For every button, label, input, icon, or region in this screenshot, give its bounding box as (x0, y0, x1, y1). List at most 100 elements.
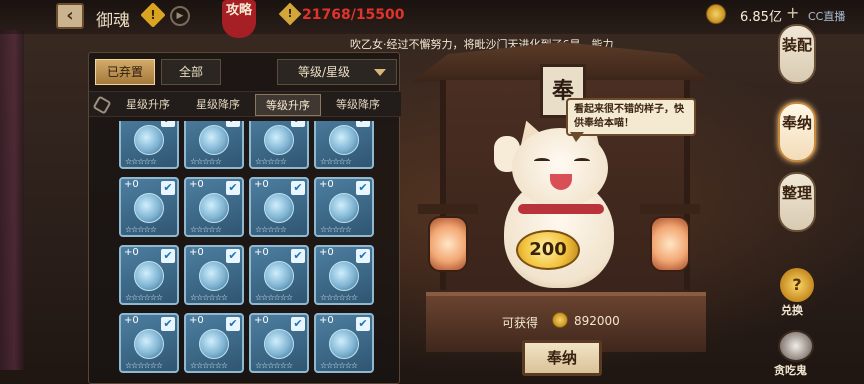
tab-star-asc[interactable]: 星级升序 (115, 94, 181, 116)
soul-stars: ☆☆☆☆☆ (320, 225, 352, 234)
checkmark-icon[interactable]: ✔ (226, 317, 240, 331)
soul-level: +0 (189, 315, 204, 326)
glutton-label[interactable]: 贪吃鬼 (774, 362, 807, 378)
lantern-cap (418, 204, 478, 214)
checkmark-icon[interactable]: ✔ (356, 121, 370, 127)
exchange-icon[interactable]: ? (780, 268, 814, 302)
soul-level: +0 (124, 179, 139, 190)
checkmark-icon[interactable]: ✔ (226, 181, 240, 195)
soul-card[interactable]: ✔ ☆☆☆☆☆ (184, 121, 244, 169)
checkmark-icon[interactable]: ✔ (356, 249, 370, 263)
sort-dropdown[interactable]: 等级/星级 (277, 59, 397, 85)
checkmark-icon[interactable]: ✔ (226, 121, 240, 127)
cat-head (512, 128, 608, 208)
lantern-cap (640, 204, 700, 214)
soul-card[interactable]: +0 ✔ ☆☆☆☆☆☆ (119, 245, 179, 305)
soul-portrait (329, 329, 359, 359)
soul-card[interactable]: ✔ ☆☆☆☆☆ (119, 121, 179, 169)
tab-equip[interactable]: 装配 (778, 24, 816, 84)
soul-stars: ☆☆☆☆☆☆ (255, 293, 293, 302)
checkmark-icon[interactable]: ✔ (226, 249, 240, 263)
soul-level: +0 (124, 247, 139, 258)
speech-bubble-tail (570, 132, 584, 142)
tab-sort[interactable]: 整理 (778, 172, 816, 232)
soul-stars: ☆☆☆☆☆ (125, 157, 157, 166)
guide-button[interactable]: 攻略 (222, 0, 256, 38)
offer-button[interactable]: 奉纳 (522, 340, 602, 376)
soul-portrait (264, 261, 294, 291)
currency-amount: 6.85亿 (740, 10, 782, 25)
soul-stars: ☆☆☆☆☆ (190, 157, 222, 166)
tab-offer[interactable]: 奉纳 (778, 102, 816, 162)
soul-stars: ☆☆☆☆☆ (190, 225, 222, 234)
soul-capacity: 21768/15500 (302, 7, 405, 23)
warning-icon[interactable]: ! (140, 2, 166, 28)
sort-dropdown-label: 等级/星级 (298, 65, 351, 79)
checkmark-icon[interactable]: ✔ (291, 249, 305, 263)
soul-card[interactable]: +0 ✔ ☆☆☆☆☆☆ (314, 245, 374, 305)
soul-grid-viewport[interactable]: ✔ ☆☆☆☆☆ ✔ ☆☆☆☆☆ ✔ ☆☆☆☆☆ ✔ ☆☆☆☆☆ +0 ✔ ☆☆☆☆☆ +0 ✔ ☆☆☆☆☆… (119, 121, 391, 384)
soul-card[interactable]: +0 ✔ ☆☆☆☆☆☆ (184, 245, 244, 305)
soul-portrait (264, 193, 294, 223)
soul-card[interactable]: +0 ✔ ☆☆☆☆☆☆ (249, 245, 309, 305)
soul-stars: ☆☆☆☆☆☆ (320, 293, 358, 302)
gold-koban: 200 (516, 230, 580, 270)
tab-level-asc[interactable]: 等级升序 (255, 94, 321, 116)
soul-portrait (329, 261, 359, 291)
exchange-label[interactable]: 兑换 (781, 302, 803, 318)
checkmark-icon[interactable]: ✔ (161, 317, 175, 331)
checkmark-icon[interactable]: ✔ (291, 317, 305, 331)
coin-icon (552, 312, 568, 328)
hexagon-icon (92, 95, 112, 115)
back-button[interactable]: ‹ (56, 3, 84, 29)
soul-level: +0 (189, 179, 204, 190)
play-icon[interactable]: ▶ (170, 6, 190, 26)
soul-card[interactable]: +0 ✔ ☆☆☆☆☆ (184, 177, 244, 237)
cat-eye (574, 158, 590, 164)
lucky-cat[interactable]: 200 (494, 116, 624, 288)
soul-portrait (199, 261, 229, 291)
soul-card[interactable]: ✔ ☆☆☆☆☆ (249, 121, 309, 169)
soul-panel: 已弃置 全部 等级/星级 星级升序 星级降序 等级升序 等级降序 ✔ ☆☆☆☆☆ ✔… (88, 52, 401, 384)
soul-card[interactable]: +0 ✔ ☆☆☆☆☆☆ (119, 313, 179, 373)
soul-card[interactable]: +0 ✔ ☆☆☆☆☆☆ (184, 313, 244, 373)
cat-collar (518, 204, 604, 214)
soul-portrait (264, 329, 294, 359)
cc-live-badge[interactable]: CC直播 (808, 8, 845, 24)
soul-portrait (329, 193, 359, 223)
filter-all-button[interactable]: 全部 (161, 59, 221, 85)
soul-level: +0 (319, 179, 334, 190)
soul-stars: ☆☆☆☆☆☆ (320, 361, 358, 370)
soul-stars: ☆☆☆☆☆ (320, 157, 352, 166)
tab-star-desc[interactable]: 星级降序 (185, 94, 251, 116)
checkmark-icon[interactable]: ✔ (161, 181, 175, 195)
checkmark-icon[interactable]: ✔ (291, 121, 305, 127)
checkmark-icon[interactable]: ✔ (161, 249, 175, 263)
soul-stars: ☆☆☆☆☆☆ (125, 361, 163, 370)
soul-portrait (134, 261, 164, 291)
soul-card[interactable]: ✔ ☆☆☆☆☆ (314, 121, 374, 169)
soul-card[interactable]: +0 ✔ ☆☆☆☆☆☆ (249, 313, 309, 373)
soul-portrait (199, 329, 229, 359)
checkmark-icon[interactable]: ✔ (356, 181, 370, 195)
add-currency-button[interactable]: + (786, 3, 799, 22)
soul-card[interactable]: +0 ✔ ☆☆☆☆☆ (119, 177, 179, 237)
checkmark-icon[interactable]: ✔ (356, 317, 370, 331)
tab-level-desc[interactable]: 等级降序 (325, 94, 391, 116)
soul-stars: ☆☆☆☆☆ (255, 225, 287, 234)
soul-level: +0 (124, 315, 139, 326)
glutton-icon[interactable] (778, 330, 814, 362)
soul-card[interactable]: +0 ✔ ☆☆☆☆☆ (314, 177, 374, 237)
soul-card[interactable]: +0 ✔ ☆☆☆☆☆ (249, 177, 309, 237)
soul-card[interactable]: +0 ✔ ☆☆☆☆☆☆ (314, 313, 374, 373)
soul-portrait (199, 125, 229, 155)
checkmark-icon[interactable]: ✔ (161, 121, 175, 127)
soul-portrait (134, 193, 164, 223)
soul-level: +0 (189, 247, 204, 258)
checkmark-icon[interactable]: ✔ (291, 181, 305, 195)
soul-stars: ☆☆☆☆☆☆ (125, 293, 163, 302)
filter-abandoned-button[interactable]: 已弃置 (95, 59, 155, 85)
soul-stars: ☆☆☆☆☆☆ (190, 293, 228, 302)
soul-level: +0 (319, 247, 334, 258)
caret-down-icon (374, 69, 386, 76)
